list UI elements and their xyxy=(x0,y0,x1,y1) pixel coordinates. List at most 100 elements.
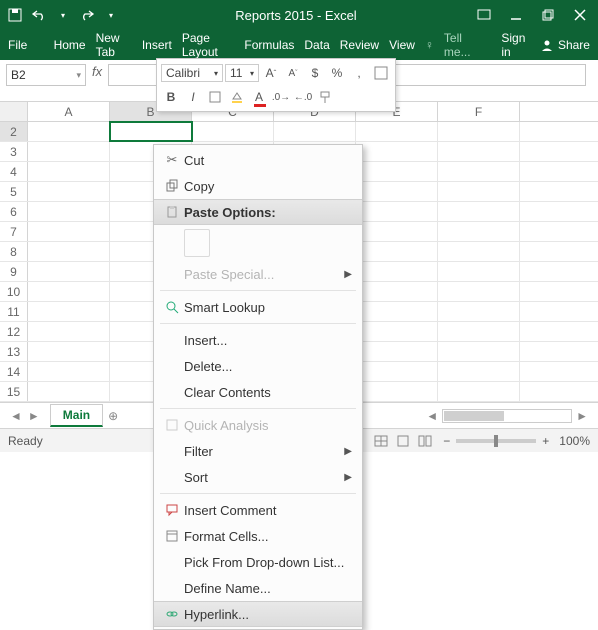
sheet-nav-next-icon[interactable]: ► xyxy=(28,409,40,423)
cell[interactable] xyxy=(110,122,192,141)
menu-define-name[interactable]: Define Name... xyxy=(154,575,362,601)
menu-pick-list[interactable]: Pick From Drop-down List... xyxy=(154,549,362,575)
fill-color-icon[interactable] xyxy=(227,87,247,107)
cell[interactable] xyxy=(356,162,438,181)
tell-me[interactable]: Tell me... xyxy=(444,31,481,59)
cell[interactable] xyxy=(192,122,274,141)
name-box[interactable]: B2 ▾ xyxy=(6,64,86,86)
cell[interactable] xyxy=(28,362,110,381)
zoom-slider[interactable] xyxy=(456,439,536,443)
row-header[interactable]: 3 xyxy=(0,142,28,161)
tab-data[interactable]: Data xyxy=(304,38,329,52)
scroll-left-icon[interactable]: ◄ xyxy=(426,409,438,423)
cell[interactable] xyxy=(438,302,520,321)
menu-clear-contents[interactable]: Clear Contents xyxy=(154,379,362,405)
row-header[interactable]: 10 xyxy=(0,282,28,301)
row-header[interactable]: 11 xyxy=(0,302,28,321)
row-header[interactable]: 8 xyxy=(0,242,28,261)
border-icon[interactable] xyxy=(205,87,225,107)
menu-insert[interactable]: Insert... xyxy=(154,327,362,353)
menu-delete[interactable]: Delete... xyxy=(154,353,362,379)
row-header[interactable]: 2 xyxy=(0,122,28,141)
select-all-corner[interactable] xyxy=(0,102,28,121)
cell[interactable] xyxy=(28,162,110,181)
format-cells-icon[interactable] xyxy=(371,63,391,83)
cell[interactable] xyxy=(356,382,438,401)
italic-button[interactable]: I xyxy=(183,87,203,107)
tab-view[interactable]: View xyxy=(389,38,415,52)
save-icon[interactable] xyxy=(6,6,24,24)
cell[interactable] xyxy=(438,122,520,141)
tab-home[interactable]: Home xyxy=(54,38,86,52)
row-header[interactable]: 6 xyxy=(0,202,28,221)
row-header[interactable]: 13 xyxy=(0,342,28,361)
bold-button[interactable]: B xyxy=(161,87,181,107)
row-header[interactable]: 14 xyxy=(0,362,28,381)
menu-smart-lookup[interactable]: Smart Lookup xyxy=(154,294,362,320)
paste-option-button[interactable] xyxy=(154,225,362,261)
menu-filter[interactable]: Filter ▶ xyxy=(154,438,362,464)
horizontal-scrollbar[interactable] xyxy=(442,409,572,423)
cell[interactable] xyxy=(438,182,520,201)
undo-icon[interactable] xyxy=(30,6,48,24)
cell[interactable] xyxy=(438,242,520,261)
cell[interactable] xyxy=(438,342,520,361)
cell[interactable] xyxy=(274,122,356,141)
cell[interactable] xyxy=(438,222,520,241)
new-sheet-icon[interactable]: ⊕ xyxy=(103,409,123,423)
font-size-dropdown[interactable]: 11▾ xyxy=(225,64,259,82)
cell[interactable] xyxy=(356,202,438,221)
decrease-font-icon[interactable]: Aˇ xyxy=(283,63,303,83)
view-pagelayout-icon[interactable] xyxy=(395,434,411,448)
cell[interactable] xyxy=(28,202,110,221)
tab-newtab[interactable]: New Tab xyxy=(96,31,132,59)
cell[interactable] xyxy=(28,142,110,161)
menu-sort[interactable]: Sort ▶ xyxy=(154,464,362,490)
tab-formulas[interactable]: Formulas xyxy=(244,38,294,52)
close-icon[interactable] xyxy=(568,3,592,27)
row-header[interactable]: 7 xyxy=(0,222,28,241)
qat-customize-icon[interactable]: ▾ xyxy=(102,6,120,24)
cell[interactable] xyxy=(28,222,110,241)
row-header[interactable]: 5 xyxy=(0,182,28,201)
cell[interactable] xyxy=(28,242,110,261)
font-family-dropdown[interactable]: Calibri▾ xyxy=(161,64,223,82)
cell[interactable] xyxy=(356,142,438,161)
menu-copy[interactable]: Copy xyxy=(154,173,362,199)
tab-pagelayout[interactable]: Page Layout xyxy=(182,31,235,59)
menu-insert-comment[interactable]: Insert Comment xyxy=(154,497,362,523)
ribbon-display-icon[interactable] xyxy=(472,3,496,27)
menu-cut[interactable]: ✂ Cut xyxy=(154,147,362,173)
cell[interactable] xyxy=(356,362,438,381)
decrease-decimal-icon[interactable]: ←.0 xyxy=(293,87,313,107)
cell[interactable] xyxy=(356,342,438,361)
tab-review[interactable]: Review xyxy=(340,38,379,52)
cell[interactable] xyxy=(356,122,438,141)
cell[interactable] xyxy=(356,282,438,301)
zoom-out-icon[interactable]: − xyxy=(443,434,450,448)
cell[interactable] xyxy=(28,302,110,321)
format-painter-icon[interactable] xyxy=(315,87,335,107)
share-button[interactable]: Share xyxy=(540,38,590,52)
cell[interactable] xyxy=(438,202,520,221)
cell[interactable] xyxy=(356,262,438,281)
cell[interactable] xyxy=(28,282,110,301)
row-header[interactable]: 12 xyxy=(0,322,28,341)
cell[interactable] xyxy=(356,242,438,261)
sheet-tab[interactable]: Main xyxy=(50,404,103,427)
comma-icon[interactable]: , xyxy=(349,63,369,83)
cell[interactable] xyxy=(28,182,110,201)
zoom-in-icon[interactable]: + xyxy=(542,434,549,448)
cell[interactable] xyxy=(28,262,110,281)
view-pagebreak-icon[interactable] xyxy=(417,434,433,448)
increase-decimal-icon[interactable]: .0→ xyxy=(271,87,291,107)
cell[interactable] xyxy=(438,142,520,161)
row-header[interactable]: 9 xyxy=(0,262,28,281)
cell[interactable] xyxy=(438,282,520,301)
cell[interactable] xyxy=(356,222,438,241)
cell[interactable] xyxy=(28,342,110,361)
cell[interactable] xyxy=(438,362,520,381)
cell[interactable] xyxy=(28,322,110,341)
row-header[interactable]: 15 xyxy=(0,382,28,401)
fx-icon[interactable]: fx xyxy=(92,64,102,79)
